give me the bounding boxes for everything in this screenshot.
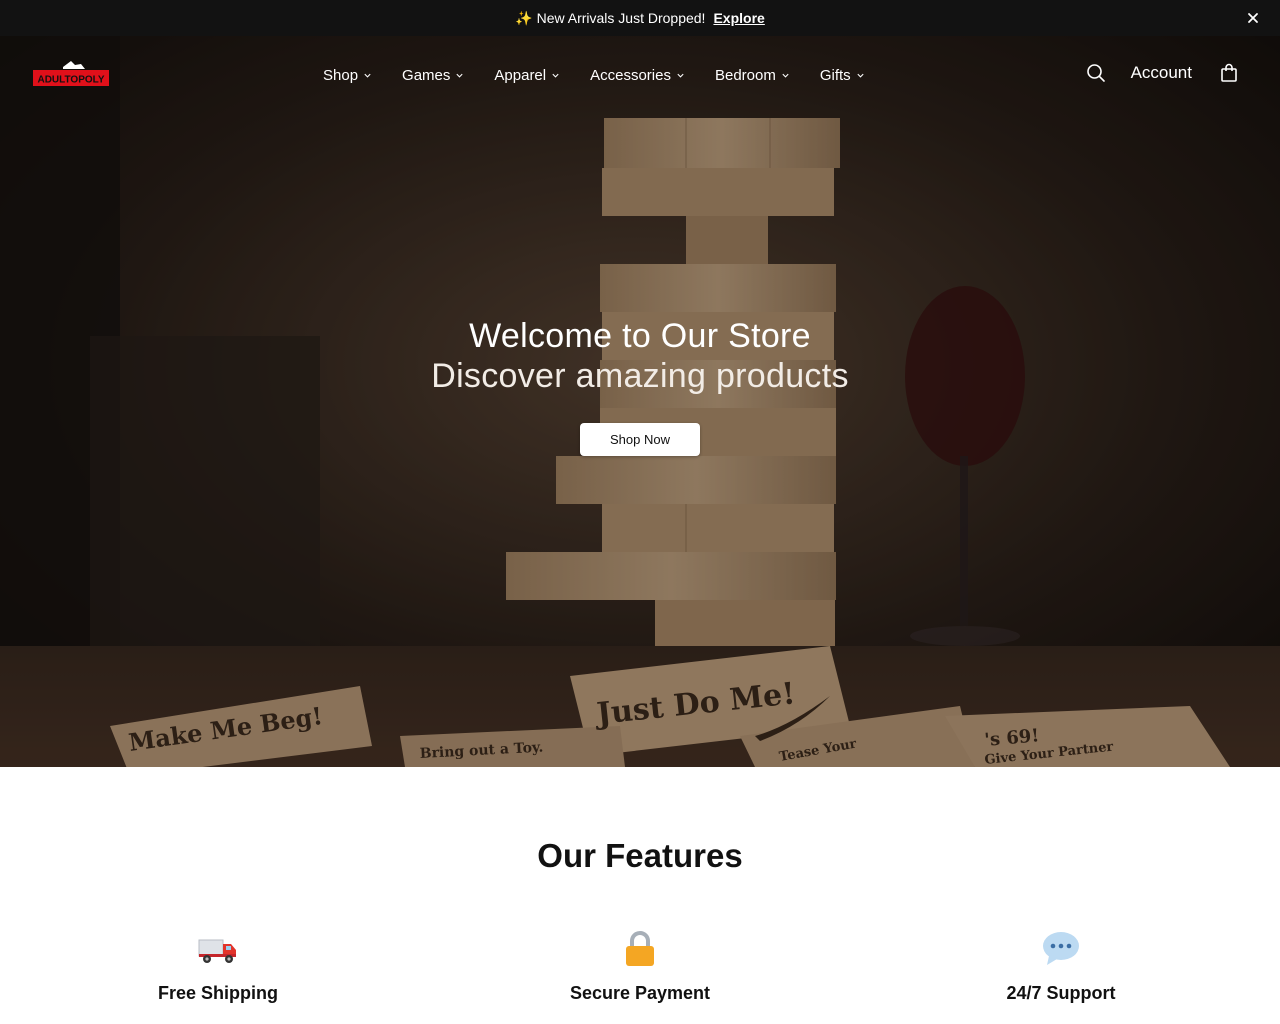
- chevron-down-icon: [456, 73, 463, 78]
- nav-gifts[interactable]: Gifts: [820, 64, 865, 86]
- nav-label: Accessories: [590, 66, 671, 84]
- account-link[interactable]: Account: [1131, 63, 1192, 83]
- nav-games[interactable]: Games: [402, 64, 464, 86]
- speech-bubble-icon: [911, 927, 1211, 971]
- close-icon[interactable]: [1244, 9, 1262, 27]
- nav-label: Bedroom: [714, 66, 776, 84]
- main-nav: Shop Games Apparel Accessories Bedroom G…: [323, 64, 895, 86]
- hero-subtitle: Discover amazing products: [431, 357, 849, 395]
- chevron-down-icon: [677, 73, 684, 78]
- sparkles-icon: ✨: [515, 9, 533, 26]
- search-icon[interactable]: [1085, 62, 1107, 84]
- feature-free-shipping: Free Shipping: [68, 927, 368, 1004]
- feature-label: Secure Payment: [569, 983, 711, 1003]
- shop-now-button[interactable]: Shop Now: [580, 423, 700, 456]
- chevron-down-icon: [857, 73, 864, 78]
- nav-apparel[interactable]: Apparel: [494, 64, 560, 86]
- nav-accessories[interactable]: Accessories: [590, 64, 685, 86]
- nav-label: Shop: [323, 66, 359, 84]
- features-title: Our Features: [537, 837, 743, 874]
- features-section: Our Features Free Shipping Secure Paymen…: [0, 767, 1280, 1024]
- logo-text: ADULTOPOLY: [37, 75, 104, 86]
- feature-label: 24/7 Support: [1006, 983, 1116, 1003]
- truck-icon: [68, 927, 368, 971]
- site-header: ADULTOPOLY Shop Games Apparel Accessorie…: [0, 36, 1280, 116]
- lock-icon: [490, 927, 790, 971]
- nav-bedroom[interactable]: Bedroom: [715, 64, 790, 86]
- nav-shop[interactable]: Shop: [323, 64, 372, 86]
- feature-support: 24/7 Support: [911, 927, 1211, 1004]
- feature-label: Free Shipping: [157, 983, 278, 1003]
- chevron-down-icon: [364, 73, 371, 78]
- feature-secure-payment: Secure Payment: [490, 927, 790, 1004]
- shopping-bag-icon[interactable]: [1218, 62, 1240, 84]
- announcement-bar: ✨ New Arrivals Just Dropped! Explore: [0, 0, 1280, 36]
- nav-label: Games: [402, 66, 451, 84]
- hero-content: Welcome to Our Store Discover amazing pr…: [0, 316, 1280, 456]
- nav-label: Gifts: [819, 66, 851, 84]
- chevron-down-icon: [782, 73, 789, 78]
- header-actions: Account: [1085, 62, 1240, 84]
- nav-label: Apparel: [494, 66, 547, 84]
- store-logo[interactable]: ADULTOPOLY: [33, 59, 109, 89]
- hero-title: Welcome to Our Store: [469, 317, 811, 355]
- announcement-text: New Arrivals Just Dropped!: [536, 10, 706, 26]
- explore-link[interactable]: Explore: [713, 10, 764, 26]
- chevron-down-icon: [552, 73, 559, 78]
